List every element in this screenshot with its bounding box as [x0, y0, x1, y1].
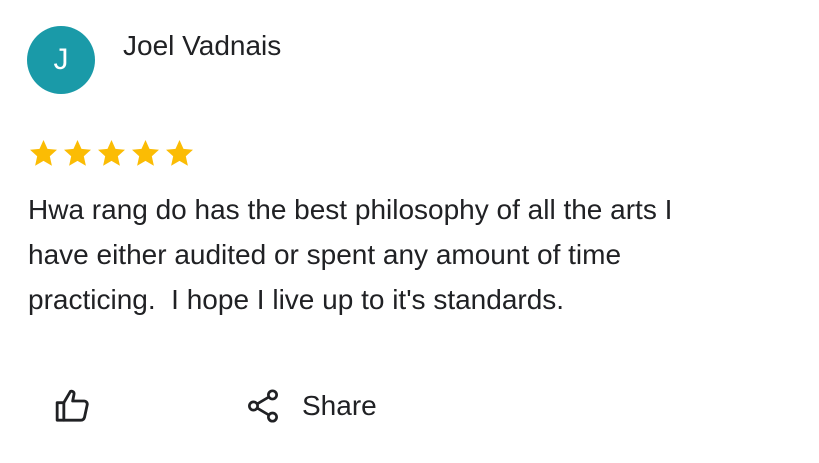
- review-text: Hwa rang do has the best philosophy of a…: [28, 194, 673, 315]
- share-button[interactable]: Share: [244, 380, 377, 432]
- star-icon: [166, 140, 193, 166]
- reviewer-name[interactable]: Joel Vadnais: [123, 29, 281, 63]
- star-icon: [30, 140, 57, 166]
- avatar[interactable]: J: [27, 26, 95, 94]
- thumb-up-icon: [53, 386, 93, 426]
- share-icon: [244, 387, 282, 425]
- star-icon: [98, 140, 125, 166]
- star-rating: [27, 137, 196, 170]
- like-button[interactable]: [47, 380, 99, 432]
- star-icon: [64, 140, 91, 166]
- share-label: Share: [302, 390, 377, 421]
- avatar-initial: J: [53, 43, 69, 76]
- review-card: J Joel Vadnais Hwa rang do has the best …: [0, 0, 819, 463]
- star-icon: [132, 140, 159, 166]
